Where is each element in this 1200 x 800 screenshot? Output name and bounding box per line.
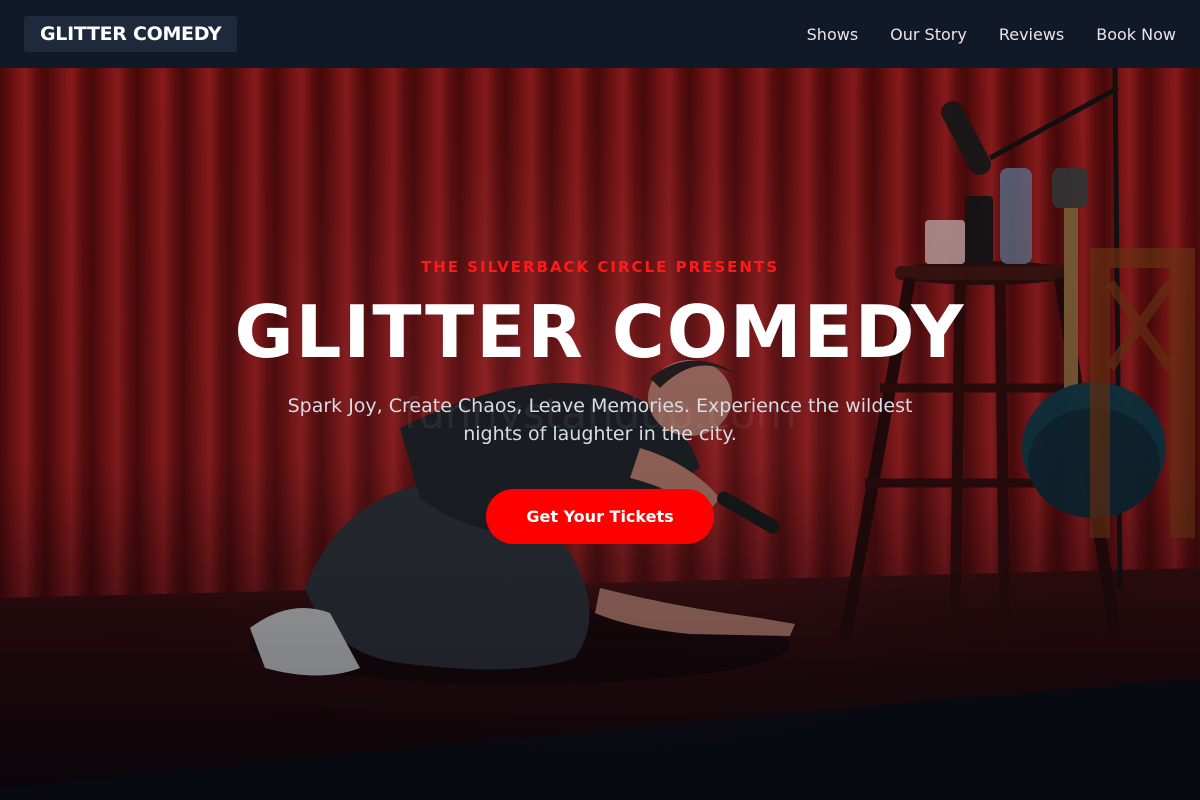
nav-link-reviews[interactable]: Reviews bbox=[999, 25, 1064, 44]
nav-link-shows[interactable]: Shows bbox=[807, 25, 859, 44]
nav-link-book-now[interactable]: Book Now bbox=[1096, 25, 1176, 44]
hero-eyebrow: THE SILVERBACK CIRCLE PRESENTS bbox=[420, 258, 780, 276]
nav-links: Shows Our Story Reviews Book Now bbox=[807, 0, 1176, 68]
nav-link-our-story[interactable]: Our Story bbox=[890, 25, 967, 44]
top-navbar: GLITTER COMEDY Shows Our Story Reviews B… bbox=[0, 0, 1200, 68]
hero-title: GLITTER COMEDY bbox=[234, 290, 966, 374]
hero-section: funnystandup.com THE SILVERBACK CIRCLE P… bbox=[0, 68, 1200, 800]
hero-tagline: Spark Joy, Create Chaos, Leave Memories.… bbox=[287, 395, 913, 445]
hero-content: THE SILVERBACK CIRCLE PRESENTS GLITTER C… bbox=[0, 68, 1200, 800]
brand-logo[interactable]: GLITTER COMEDY bbox=[24, 16, 238, 52]
get-tickets-button[interactable]: Get Your Tickets bbox=[486, 489, 714, 544]
